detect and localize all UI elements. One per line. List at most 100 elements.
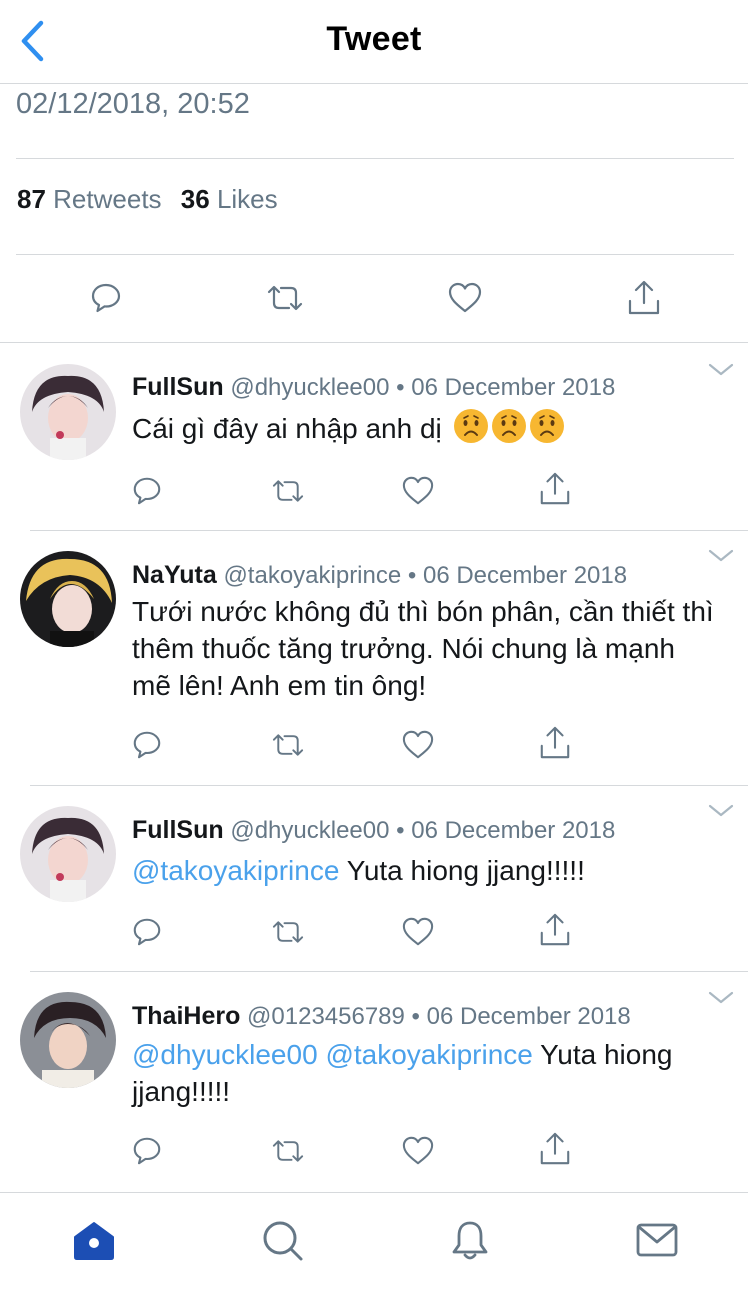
display-name[interactable]: ThaiHero xyxy=(132,1002,240,1030)
retweets-label: Retweets xyxy=(53,184,162,214)
worried-face-emoji xyxy=(453,409,488,443)
avatar[interactable] xyxy=(20,992,116,1088)
retweet-button[interactable] xyxy=(270,727,306,763)
reply-button[interactable] xyxy=(129,473,165,509)
like-button[interactable] xyxy=(400,473,436,509)
reply-button[interactable] xyxy=(86,278,126,318)
like-button[interactable] xyxy=(445,278,485,318)
reply-button[interactable] xyxy=(129,914,165,950)
dot-separator: • xyxy=(396,374,405,401)
reply-tweet[interactable]: NaYuta @takoyakiprince • 06 December 201… xyxy=(0,531,748,785)
user-handle[interactable]: @0123456789 xyxy=(247,1003,405,1030)
reply-header: ThaiHero @0123456789 • 06 December 2018 xyxy=(132,1002,631,1031)
heart-icon xyxy=(402,1136,434,1165)
user-handle[interactable]: @dhyucklee00 xyxy=(230,374,389,401)
chevron-down-icon[interactable] xyxy=(708,362,734,378)
mail-icon xyxy=(636,1223,678,1257)
tweet-stats: 87 Retweets 36 Likes xyxy=(17,184,278,215)
likes-count: 36 xyxy=(180,184,210,214)
search-icon xyxy=(263,1221,303,1261)
retweets-count: 87 xyxy=(17,184,46,214)
retweet-button[interactable] xyxy=(270,473,306,509)
retweet-icon xyxy=(272,1140,304,1162)
share-button[interactable] xyxy=(537,1131,573,1167)
retweet-button[interactable] xyxy=(270,1133,306,1169)
reply-header: FullSun @dhyucklee00 • 06 December 2018 xyxy=(132,816,615,845)
share-icon xyxy=(628,280,660,315)
display-name[interactable]: FullSun xyxy=(132,373,224,401)
reply-button[interactable] xyxy=(129,1133,165,1169)
retweet-icon xyxy=(267,285,303,311)
reply-body: Yuta hiong jjang!!!!! xyxy=(346,855,585,886)
page-title: Tweet xyxy=(326,20,422,58)
reply-bubble-icon xyxy=(91,283,121,313)
home-icon xyxy=(74,1222,114,1260)
avatar[interactable] xyxy=(20,364,116,460)
reply-tweet[interactable]: ThaiHero @0123456789 • 06 December 2018 … xyxy=(0,972,748,1192)
like-button[interactable] xyxy=(400,1133,436,1169)
user-handle[interactable]: @takoyakiprince xyxy=(223,562,401,589)
heart-icon xyxy=(402,917,434,946)
user-handle[interactable]: @dhyucklee00 xyxy=(230,817,389,844)
retweet-button[interactable] xyxy=(270,914,306,950)
share-button[interactable] xyxy=(624,278,664,318)
divider xyxy=(16,158,734,159)
mention-link[interactable]: @takoyakiprince xyxy=(132,855,339,886)
chevron-down-icon[interactable] xyxy=(708,803,734,819)
reply-tweet[interactable]: FullSun @dhyucklee00 • 06 December 2018 … xyxy=(0,786,748,972)
retweet-button[interactable] xyxy=(265,278,305,318)
share-button[interactable] xyxy=(537,471,573,507)
bell-icon xyxy=(452,1221,488,1260)
nav-header: Tweet xyxy=(0,0,748,84)
heart-icon xyxy=(448,282,482,313)
share-icon xyxy=(540,913,570,946)
reply-tweet[interactable]: FullSun @dhyucklee00 • 06 December 2018 … xyxy=(0,343,748,530)
divider xyxy=(16,254,734,255)
reply-text: @takoyakiprince Yuta hiong jjang!!!!! xyxy=(132,852,718,889)
tab-home[interactable] xyxy=(71,1217,117,1263)
reply-button[interactable] xyxy=(129,727,165,763)
tab-bar xyxy=(0,1192,748,1290)
reply-header: FullSun @dhyucklee00 • 06 December 2018 xyxy=(132,373,615,402)
tab-messages[interactable] xyxy=(634,1217,680,1263)
avatar[interactable] xyxy=(20,551,116,647)
tweet-timestamp: 02/12/2018, 20:52 xyxy=(16,88,250,120)
like-button[interactable] xyxy=(400,727,436,763)
mention-link[interactable]: @dhyucklee00 xyxy=(132,1039,318,1070)
heart-icon xyxy=(402,730,434,759)
reply-date: 06 December 2018 xyxy=(426,1003,631,1030)
display-name[interactable]: FullSun xyxy=(132,816,224,844)
reply-body: Cái gì đây ai nhập anh dị xyxy=(132,413,442,444)
worried-face-emoji xyxy=(529,409,564,443)
reply-text: @dhyucklee00 @takoyakiprince Yuta hiong … xyxy=(132,1036,718,1110)
share-icon xyxy=(540,726,570,759)
reply-date: 06 December 2018 xyxy=(411,817,616,844)
dot-separator: • xyxy=(411,1003,420,1030)
display-name[interactable]: NaYuta xyxy=(132,561,217,589)
reply-bubble-icon xyxy=(133,731,161,759)
chevron-down-icon[interactable] xyxy=(708,990,734,1006)
reply-date: 06 December 2018 xyxy=(411,374,616,401)
like-button[interactable] xyxy=(400,914,436,950)
avatar[interactable] xyxy=(20,806,116,902)
dot-separator: • xyxy=(407,562,417,589)
likes-label: Likes xyxy=(216,184,278,214)
mention-link[interactable]: @takoyakiprince xyxy=(325,1039,532,1070)
reply-text: Cái gì đây ai nhập anh dị xyxy=(132,409,718,447)
tab-search[interactable] xyxy=(259,1217,305,1263)
share-button[interactable] xyxy=(537,912,573,948)
reply-bubble-icon xyxy=(133,477,161,505)
share-icon xyxy=(540,1132,570,1165)
reply-bubble-icon xyxy=(133,1137,161,1165)
tab-notifications[interactable] xyxy=(447,1217,493,1263)
retweet-icon xyxy=(272,480,304,502)
retweets-stat[interactable]: 87 Retweets xyxy=(17,184,162,214)
likes-stat[interactable]: 36 Likes xyxy=(181,184,278,214)
chevron-down-icon[interactable] xyxy=(708,548,734,564)
retweet-icon xyxy=(272,921,304,943)
worried-face-emoji xyxy=(491,409,526,443)
tweet-actions xyxy=(0,256,748,342)
share-button[interactable] xyxy=(537,725,573,761)
retweet-icon xyxy=(272,734,304,756)
dot-separator: • xyxy=(396,817,405,844)
